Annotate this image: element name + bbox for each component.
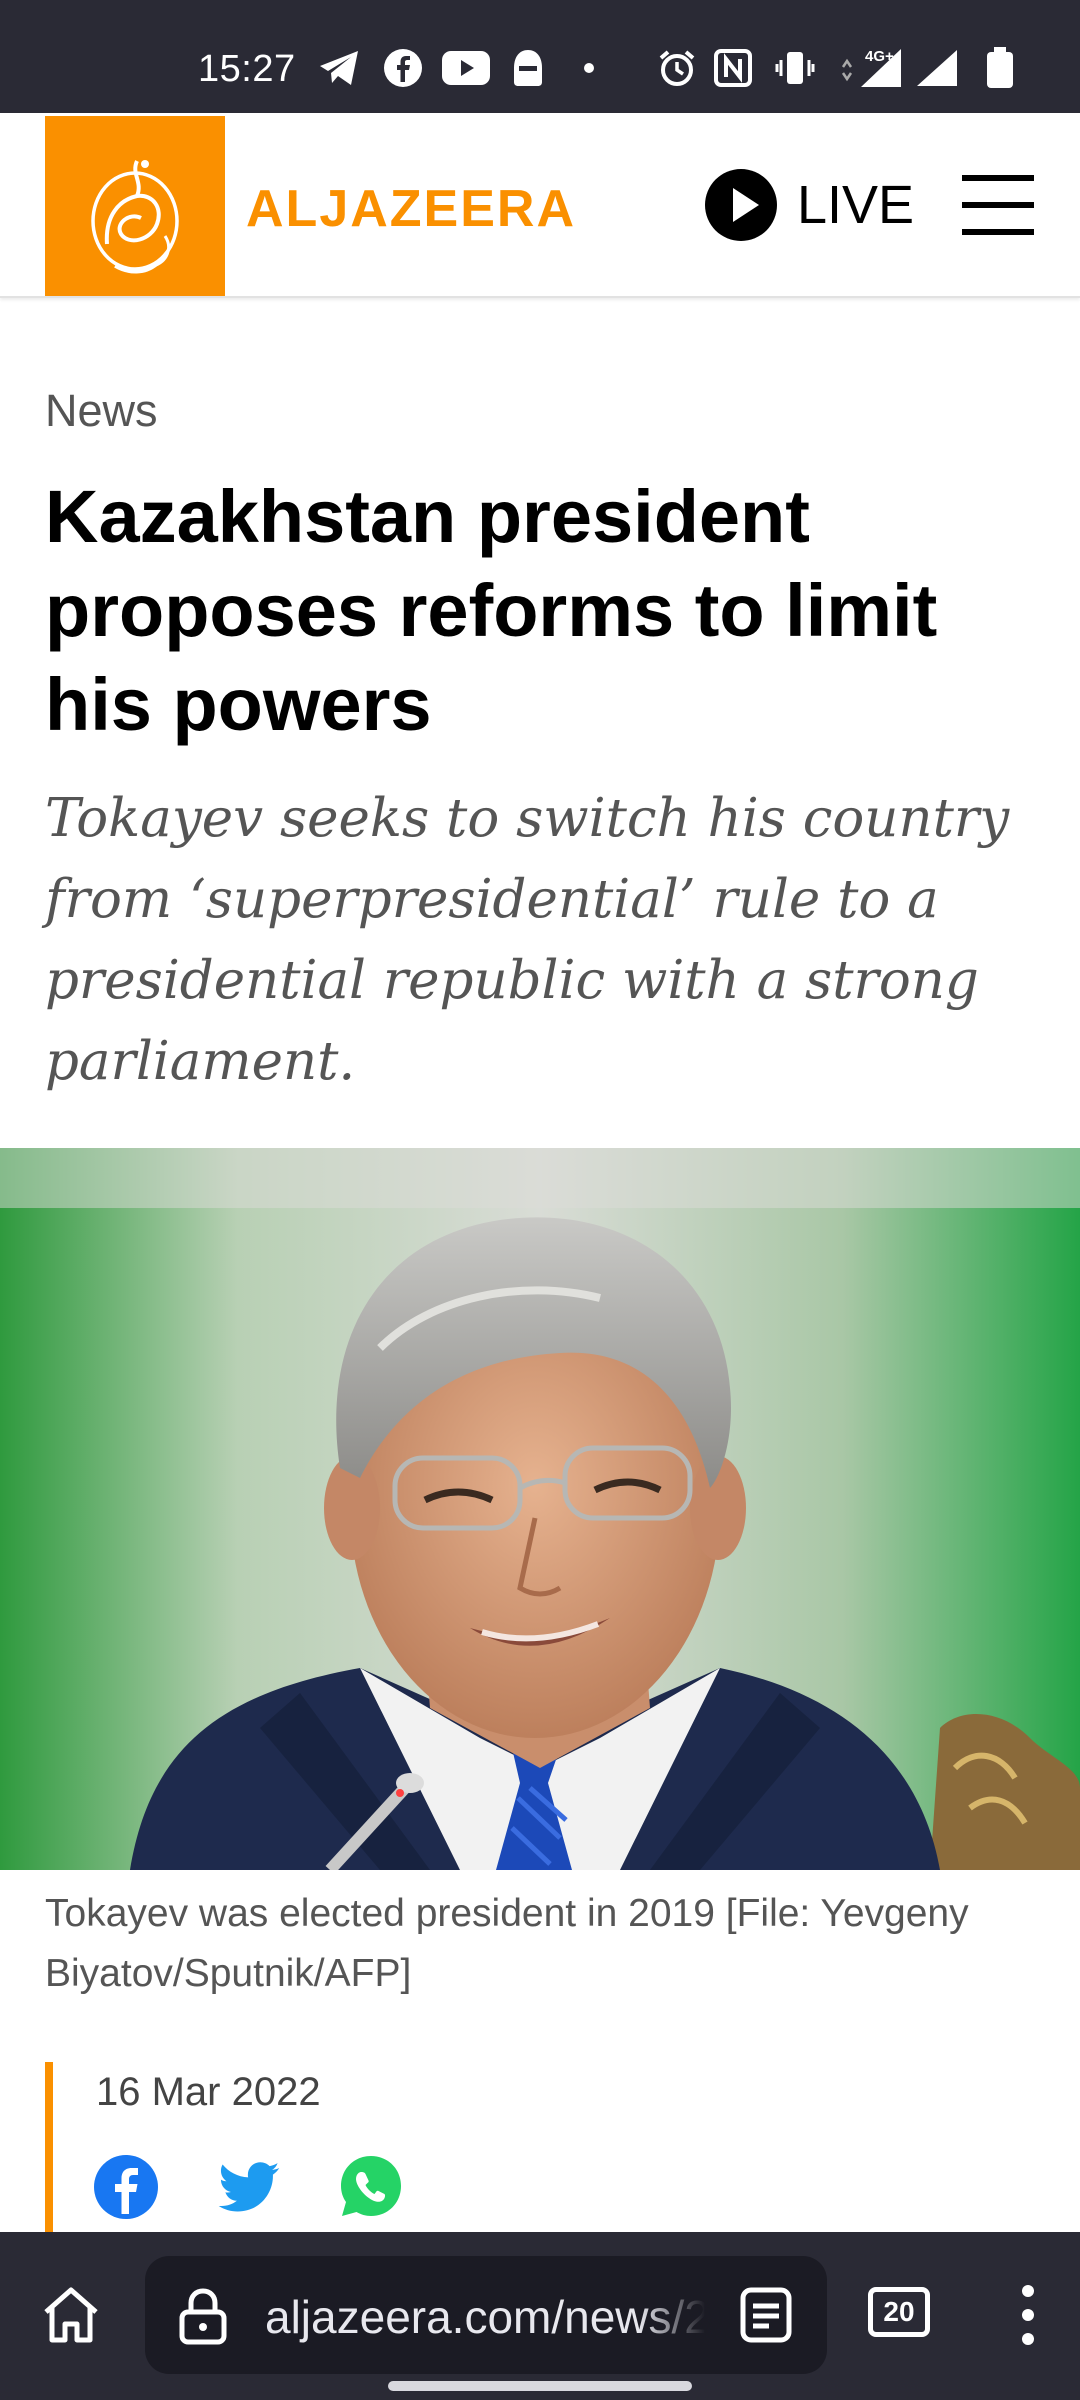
- article-headline: Kazakhstan president proposes reforms to…: [45, 475, 938, 746]
- browser-toolbar: aljazeera.com/news/2022 20: [0, 2232, 1080, 2400]
- article-category[interactable]: News: [45, 385, 158, 437]
- live-button[interactable]: LIVE: [705, 169, 914, 241]
- aljazeera-logo-icon: [91, 160, 179, 274]
- article-standfirst: Tokayev seeks to switch his country from…: [45, 788, 1010, 1092]
- telegram-icon: [316, 46, 362, 90]
- article-hero-image: [0, 1148, 1080, 1870]
- twitter-icon[interactable]: [216, 2154, 282, 2220]
- gesture-bar[interactable]: [388, 2381, 692, 2391]
- address-bar[interactable]: aljazeera.com/news/2022: [145, 2256, 827, 2374]
- play-icon: [705, 169, 777, 241]
- article-meta: 16 Mar 2022: [45, 2062, 1045, 2232]
- ghost-app-icon: [508, 46, 548, 90]
- facebook-icon[interactable]: [93, 2154, 159, 2220]
- youtube-icon: [441, 46, 491, 90]
- signal-icon: [914, 46, 960, 90]
- site-header: ALJAZEERA LIVE: [0, 113, 1080, 298]
- signal-icon: 4G+: [838, 46, 906, 90]
- whatsapp-icon[interactable]: [338, 2154, 404, 2220]
- aljazeera-logo[interactable]: [45, 116, 225, 296]
- reader-mode-icon[interactable]: [739, 2286, 793, 2349]
- article-date: 16 Mar 2022: [96, 2070, 321, 2114]
- live-label: LIVE: [797, 175, 915, 235]
- url-text[interactable]: aljazeera.com/news/2022: [265, 2290, 705, 2344]
- vibrate-icon: [774, 46, 816, 90]
- image-caption: Tokayev was elected president in 2019 [F…: [45, 1892, 969, 1995]
- svg-text:4G+: 4G+: [865, 48, 894, 65]
- status-time: 15:27: [198, 48, 296, 90]
- hamburger-menu-icon[interactable]: [962, 175, 1034, 235]
- facebook-icon: [381, 46, 425, 90]
- brand-name[interactable]: ALJAZEERA: [246, 179, 576, 239]
- battery-icon: [983, 46, 1017, 90]
- alarm-icon: [656, 46, 698, 90]
- more-options-icon[interactable]: [1010, 2282, 1046, 2353]
- tab-switcher-button[interactable]: 20: [868, 2287, 930, 2337]
- nfc-icon: [712, 46, 754, 90]
- lock-icon[interactable]: [177, 2286, 229, 2351]
- status-bar: 15:27 4G+: [0, 0, 1080, 113]
- home-icon[interactable]: [40, 2284, 102, 2351]
- dot-icon: [582, 46, 596, 90]
